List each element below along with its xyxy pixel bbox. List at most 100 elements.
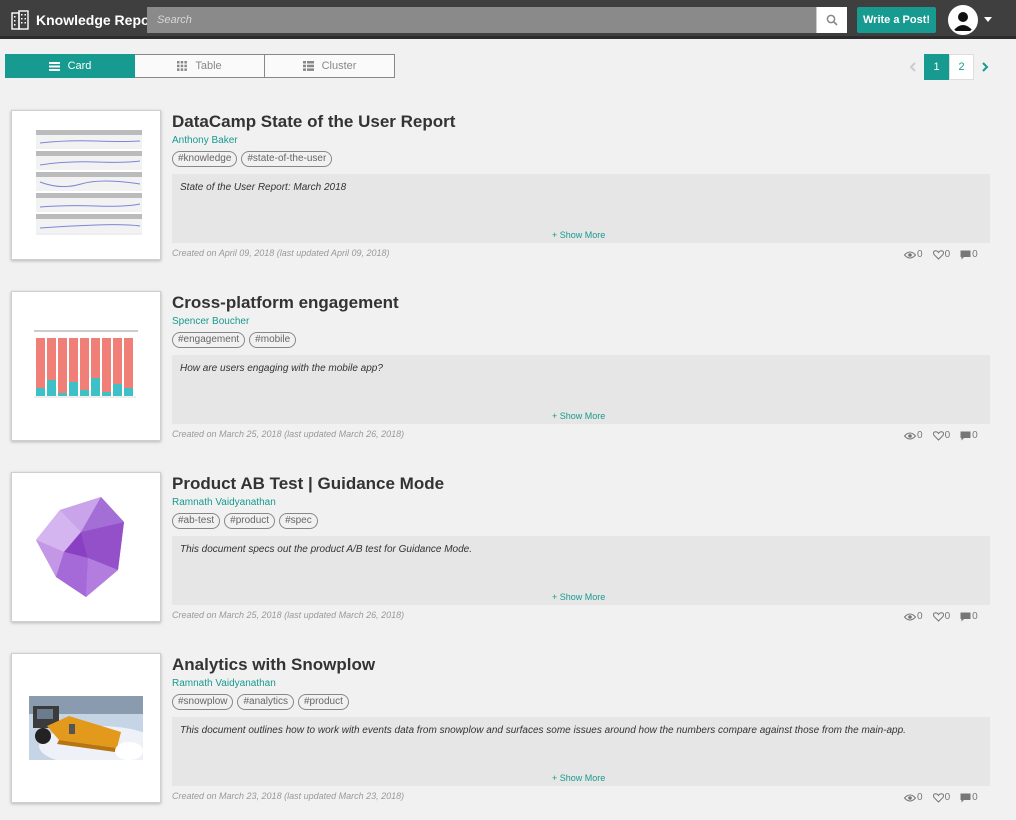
card-view-button[interactable]: Card: [5, 54, 135, 78]
views-count: 0: [917, 430, 923, 441]
card-view-label: Card: [67, 60, 92, 72]
table-view-button[interactable]: Table: [135, 54, 265, 78]
tag[interactable]: #product: [224, 513, 276, 529]
post-tags: #ab-test #product #spec: [172, 513, 322, 529]
post-thumbnail[interactable]: [11, 291, 161, 441]
excerpt-text: This document specs out the product A/B …: [180, 544, 473, 555]
tag[interactable]: #state-of-the-user: [241, 151, 333, 167]
views-stat: 0: [904, 792, 923, 803]
prev-page-button[interactable]: [902, 54, 924, 80]
write-post-button[interactable]: Write a Post!: [857, 7, 936, 33]
comments-stat[interactable]: 0: [960, 792, 978, 803]
views-stat: 0: [904, 249, 923, 260]
post-thumbnail[interactable]: [11, 110, 161, 260]
excerpt-text: How are users engaging with the mobile a…: [180, 363, 383, 374]
purple-polygon-thumbnail-image: [36, 497, 124, 597]
search-icon: [826, 14, 838, 26]
heart-icon: [932, 792, 944, 803]
comment-icon: [960, 431, 971, 440]
excerpt-text: State of the User Report: March 2018: [180, 182, 347, 193]
post-stats: 0 0 0: [904, 611, 988, 622]
table-view-label: Table: [195, 60, 222, 72]
post-excerpt: State of the User Report: March 2018 + S…: [172, 174, 990, 243]
post-dates: Created on March 23, 2018 (last updated …: [172, 791, 405, 801]
comments-stat[interactable]: 0: [960, 430, 978, 441]
cluster-view-button[interactable]: Cluster: [265, 54, 395, 78]
tag[interactable]: #spec: [279, 513, 318, 529]
eye-icon: [904, 251, 916, 258]
app-title: Knowledge Repo: [36, 12, 150, 28]
post-thumbnail[interactable]: [11, 472, 161, 622]
pagination: 1 2: [902, 54, 996, 80]
comments-count: 0: [972, 611, 978, 622]
heart-icon: [932, 249, 944, 260]
post-author[interactable]: Ramnath Vaidyanathan: [172, 678, 276, 689]
show-more-link[interactable]: + Show More: [552, 230, 605, 240]
eye-icon: [904, 432, 916, 439]
post-author[interactable]: Spencer Boucher: [172, 316, 249, 327]
likes-stat[interactable]: 0: [932, 792, 951, 803]
eye-icon: [904, 613, 916, 620]
search-button[interactable]: [816, 7, 847, 33]
show-more-link[interactable]: + Show More: [552, 592, 605, 602]
likes-count: 0: [944, 611, 951, 622]
post-excerpt: How are users engaging with the mobile a…: [172, 355, 990, 424]
tag[interactable]: #mobile: [249, 332, 297, 348]
show-more-link[interactable]: + Show More: [552, 411, 605, 421]
eye-icon: [904, 794, 916, 801]
tag[interactable]: #engagement: [172, 332, 246, 348]
top-navbar: Knowledge Repo Write a Post!: [0, 0, 1016, 39]
post-thumbnail[interactable]: [11, 653, 161, 803]
comment-icon: [960, 793, 971, 802]
post-tags: #engagement #mobile: [172, 332, 300, 348]
likes-count: 0: [944, 792, 951, 803]
post-title[interactable]: Cross-platform engagement: [172, 293, 399, 313]
show-more-link[interactable]: + Show More: [552, 773, 605, 783]
post-title[interactable]: Product AB Test | Guidance Mode: [172, 474, 444, 494]
likes-stat[interactable]: 0: [932, 611, 951, 622]
search-bar: [147, 7, 847, 33]
post-dates: Created on March 25, 2018 (last updated …: [172, 610, 405, 620]
tag[interactable]: #snowplow: [172, 694, 234, 710]
brand-link[interactable]: Knowledge Repo: [10, 9, 150, 31]
snowplow-photo-thumbnail-image: [29, 696, 143, 760]
comments-stat[interactable]: 0: [960, 249, 978, 260]
views-count: 0: [917, 249, 923, 260]
post-stats: 0 0 0: [904, 792, 988, 803]
post-excerpt: This document outlines how to work with …: [172, 717, 990, 786]
post-title[interactable]: DataCamp State of the User Report: [172, 112, 455, 132]
views-stat: 0: [904, 430, 923, 441]
post-author[interactable]: Ramnath Vaidyanathan: [172, 497, 276, 508]
comments-stat[interactable]: 0: [960, 611, 978, 622]
likes-count: 0: [944, 430, 951, 441]
tag[interactable]: #knowledge: [172, 151, 238, 167]
stacked-bar-chart-thumbnail-image: [34, 330, 138, 398]
post-stats: 0 0 0: [904, 430, 988, 441]
post-tags: #snowplow #analytics #product: [172, 694, 353, 710]
user-avatar[interactable]: [948, 5, 978, 35]
next-page-button[interactable]: [974, 54, 996, 80]
page-2-button[interactable]: 2: [949, 54, 974, 80]
user-menu-caret-icon[interactable]: [984, 17, 992, 22]
post-title[interactable]: Analytics with Snowplow: [172, 655, 375, 675]
user-avatar-icon: [950, 7, 976, 33]
views-stat: 0: [904, 611, 923, 622]
search-input[interactable]: [147, 7, 816, 33]
post-card: Analytics with Snowplow Ramnath Vaidyana…: [11, 653, 1001, 813]
chevron-right-icon: [982, 62, 989, 72]
comments-count: 0: [972, 792, 978, 803]
post-stats: 0 0 0: [904, 249, 988, 260]
likes-stat[interactable]: 0: [932, 249, 950, 260]
post-author[interactable]: Anthony Baker: [172, 135, 238, 146]
tag[interactable]: #product: [297, 694, 349, 710]
post-card: Cross-platform engagement Spencer Bouche…: [11, 291, 1001, 451]
cluster-view-label: Cluster: [321, 60, 357, 72]
tag[interactable]: #ab-test: [172, 513, 221, 529]
comment-icon: [960, 250, 971, 259]
cluster-icon: [302, 61, 314, 71]
heart-icon: [932, 430, 944, 441]
tag[interactable]: #analytics: [237, 694, 294, 710]
heart-icon: [932, 611, 944, 622]
likes-stat[interactable]: 0: [932, 430, 951, 441]
page-1-button[interactable]: 1: [924, 54, 949, 80]
